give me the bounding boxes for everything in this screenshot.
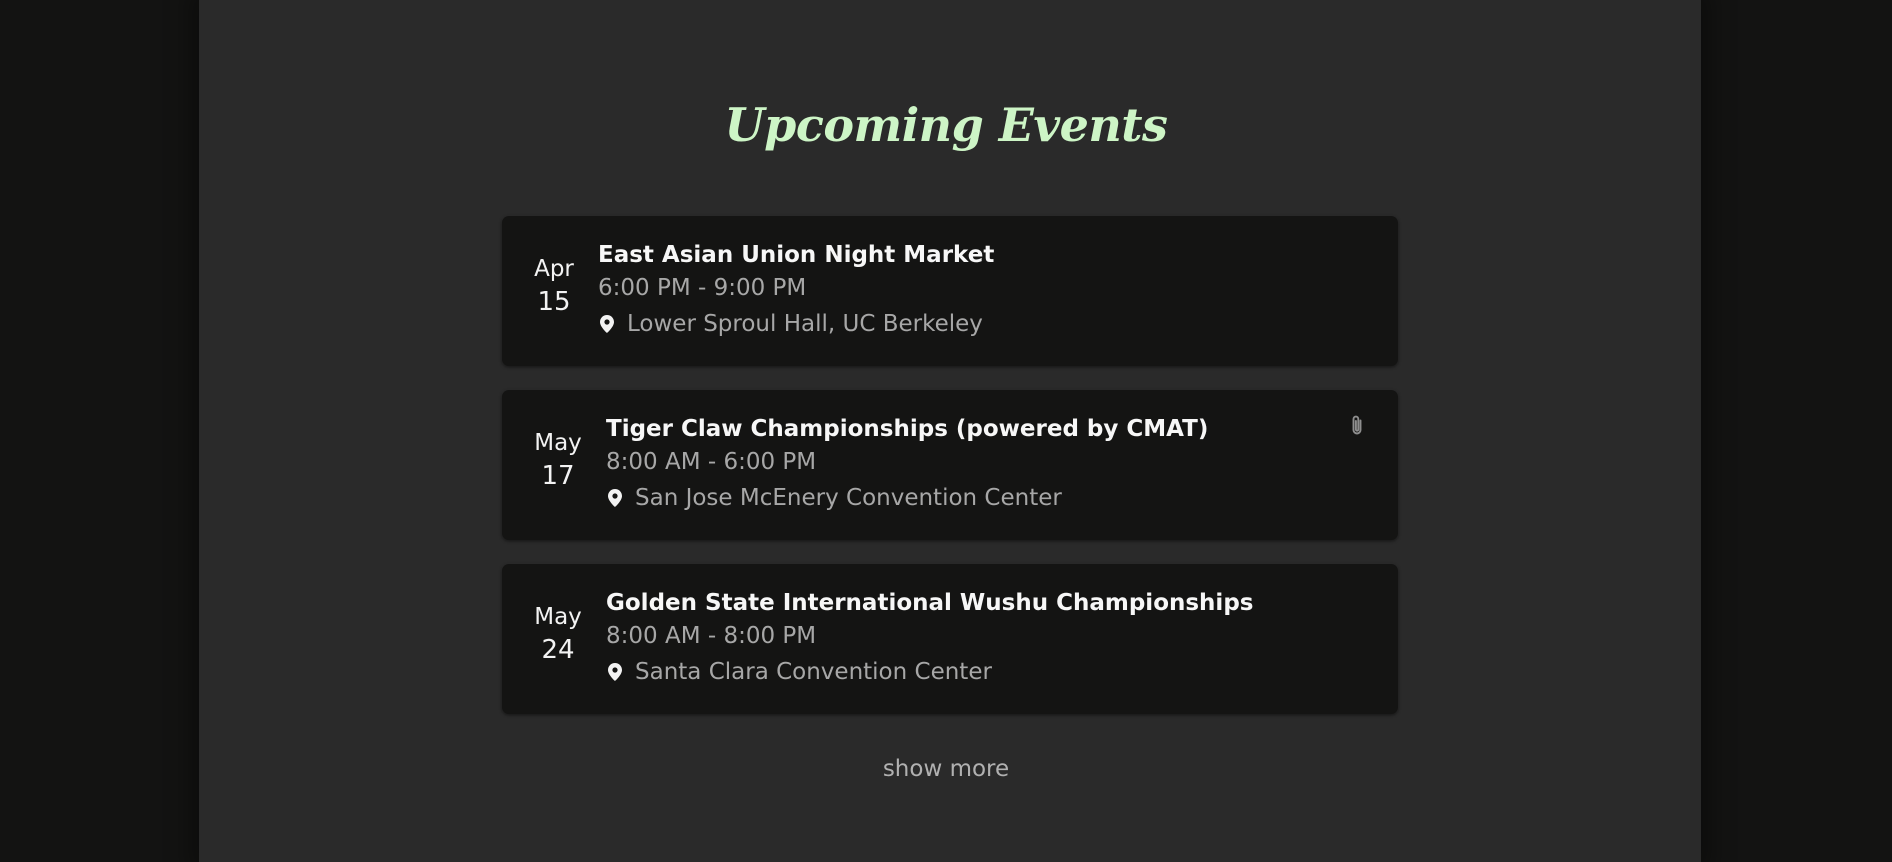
event-title: Golden State International Wushu Champio…	[606, 590, 1254, 616]
map-pin-icon	[608, 489, 622, 507]
map-pin-icon	[608, 663, 622, 681]
page-title: Upcoming Events	[724, 98, 1168, 152]
event-date: Apr 15	[530, 254, 578, 320]
event-location-text: Santa Clara Convention Center	[635, 659, 992, 685]
paperclip-icon[interactable]	[1348, 414, 1366, 438]
event-location: Lower Sproul Hall, UC Berkeley	[598, 306, 994, 342]
map-pin-icon	[600, 315, 614, 333]
event-info: East Asian Union Night Market 6:00 PM - …	[598, 240, 994, 342]
event-time: 8:00 AM - 6:00 PM	[606, 449, 817, 475]
event-location: San Jose McEnery Convention Center	[606, 480, 1208, 516]
event-card[interactable]: May 17 Tiger Claw Championships (powered…	[502, 390, 1398, 540]
event-title: Tiger Claw Championships (powered by CMA…	[606, 416, 1209, 442]
event-month: May	[534, 604, 582, 630]
event-month: Apr	[534, 256, 574, 282]
event-time: 8:00 AM - 8:00 PM	[606, 623, 817, 649]
event-location-text: San Jose McEnery Convention Center	[635, 485, 1062, 511]
event-date: May 24	[530, 602, 586, 668]
event-month: May	[534, 430, 582, 456]
event-location: Santa Clara Convention Center	[606, 654, 1253, 690]
event-date: May 17	[530, 428, 586, 494]
show-more-link[interactable]: show more	[0, 756, 1892, 782]
event-info: Tiger Claw Championships (powered by CMA…	[606, 414, 1208, 516]
event-card[interactable]: Apr 15 East Asian Union Night Market 6:0…	[502, 216, 1398, 366]
event-info: Golden State International Wushu Champio…	[606, 588, 1253, 690]
event-day: 24	[541, 635, 575, 665]
event-day: 17	[541, 461, 575, 491]
event-time: 6:00 PM - 9:00 PM	[598, 275, 807, 301]
event-location-text: Lower Sproul Hall, UC Berkeley	[627, 311, 983, 337]
event-card[interactable]: May 24 Golden State International Wushu …	[502, 564, 1398, 714]
event-title: East Asian Union Night Market	[598, 242, 995, 268]
event-day: 15	[537, 287, 571, 317]
